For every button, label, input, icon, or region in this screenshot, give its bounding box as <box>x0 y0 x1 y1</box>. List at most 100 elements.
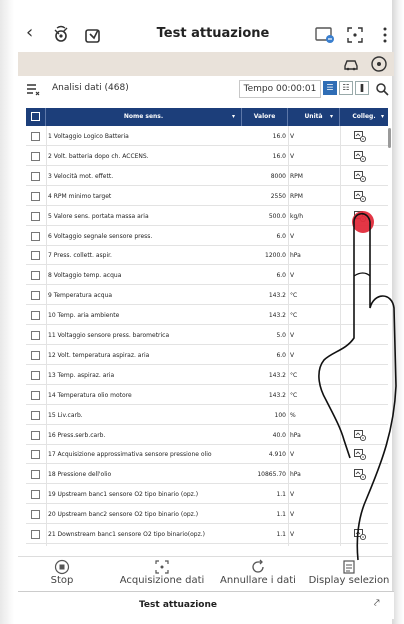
table-row[interactable]: 2 Volt. batteria dopo ch. ACCENS. 16.0 V <box>26 147 388 166</box>
display-selection-button[interactable]: Display selezion <box>304 557 394 591</box>
table-row[interactable]: 11 Voltaggio sensore press. barometrica 5… <box>26 326 388 345</box>
row-checkbox[interactable] <box>31 331 40 342</box>
sensor-unit: V <box>290 491 295 499</box>
graph-link-icon[interactable] <box>354 131 366 142</box>
stop-button[interactable]: Stop <box>40 557 84 591</box>
table-row[interactable]: 20 Upstream banc2 sensore O2 tipo binari… <box>26 505 388 525</box>
row-checkbox[interactable] <box>31 470 40 481</box>
table-row[interactable]: 12 Volt. temperatura aspiraz. aria 6.0 V <box>26 346 388 365</box>
table-row[interactable]: 14 Temperatura olio motore 143.2 °C <box>26 386 388 405</box>
sensor-name: 3 Velocità mot. effett. <box>48 172 114 180</box>
table-row[interactable]: 9 Temperatura acqua 143.2 °C <box>26 286 388 306</box>
table-row[interactable]: 13 Temp. aspiraz. aria 143.2 °C <box>26 366 388 385</box>
graph-link-icon[interactable] <box>354 150 366 162</box>
sensor-value: 143.2 <box>268 292 286 300</box>
footer-title: Test attuazione <box>138 600 218 610</box>
sensor-name: 19 Upstream banc1 sensore O2 tipo binari… <box>48 491 199 499</box>
row-checkbox[interactable] <box>31 171 40 183</box>
sensor-name: 10 Temp. aria ambiente <box>48 312 120 320</box>
row-checkbox[interactable] <box>31 530 40 541</box>
table-row[interactable]: 19 Upstream banc1 sensore O2 tipo binari… <box>26 485 388 505</box>
table-row[interactable]: 10 Temp. aria ambiente 143.2 °C <box>26 306 388 326</box>
row-checkbox[interactable] <box>31 410 40 422</box>
bar-view-icon[interactable]: ❚ <box>355 81 369 95</box>
pin-icon[interactable]: ⤤ <box>374 598 380 609</box>
table-row[interactable]: 5 Valore sens. portata massa aria 500.0 kg… <box>26 207 388 226</box>
sensor-name: 16 Press.serb.carb. <box>48 431 106 439</box>
row-checkbox[interactable] <box>31 510 40 521</box>
column-header-value[interactable]: Valore <box>242 108 288 126</box>
row-checkbox[interactable] <box>31 311 40 322</box>
sensor-unit: V <box>290 332 295 339</box>
search-icon[interactable] <box>375 82 389 96</box>
sensor-name: 2 Volt. batteria dopo ch. ACCENS. <box>48 152 149 160</box>
sensor-name: 9 Temperatura acqua <box>48 292 113 300</box>
table-row[interactable]: 18 Pressione dell'olio 10865.70 hPa <box>26 465 388 485</box>
sensor-value: 500.0 <box>268 212 286 220</box>
table-row[interactable]: 8 Voltaggio temp. acqua 6.0 V <box>26 266 388 286</box>
sensor-name: 5 Valore sens. portata massa aria <box>48 212 149 220</box>
row-checkbox[interactable] <box>31 390 40 402</box>
sensor-value: 143.2 <box>268 371 286 379</box>
calendar-sync-icon[interactable] <box>314 24 336 46</box>
row-checkbox[interactable] <box>31 370 40 382</box>
sensor-name: 8 Voltaggio temp. acqua <box>48 272 122 280</box>
sensor-unit: °C <box>290 371 298 379</box>
row-checkbox[interactable] <box>31 430 40 442</box>
row-checkbox[interactable] <box>31 251 40 262</box>
graph-link-icon[interactable] <box>354 429 366 441</box>
acquire-data-button[interactable]: Acquisizione dati <box>110 557 214 591</box>
sensor-value: 1.1 <box>276 491 286 499</box>
row-checkbox[interactable] <box>31 191 40 203</box>
select-all-checkbox[interactable] <box>31 112 40 121</box>
capture-icon[interactable] <box>344 24 366 46</box>
more-vertical-icon[interactable] <box>374 24 396 46</box>
sort-down-icon: ▾ <box>231 113 235 120</box>
table-row[interactable]: 1 Voltaggio Logico Batteria 16.0 V <box>26 127 388 146</box>
row-checkbox[interactable] <box>31 271 40 282</box>
table-row[interactable]: 21 Downstream banc1 sensore O2 tipo bina… <box>26 525 388 544</box>
sensor-unit: V <box>290 272 295 280</box>
row-checkbox[interactable] <box>31 490 40 501</box>
table-row[interactable]: 16 Press.serb.carb. 40.0 hPa <box>26 426 388 445</box>
table-row[interactable]: 7 Press. collett. aspir. 1200.0 hPa <box>26 246 388 266</box>
row-checkbox[interactable] <box>31 231 40 243</box>
sensor-name: 1 Voltaggio Logico Batteria <box>48 133 129 140</box>
list-view-icon[interactable]: ☰ <box>323 81 337 95</box>
graph-link-icon[interactable] <box>354 529 366 540</box>
scrollbar[interactable] <box>388 128 391 148</box>
table-row[interactable]: 15 Liv.carb. 100% <box>26 406 388 425</box>
graph-link-icon[interactable] <box>354 449 366 461</box>
steering-icon[interactable] <box>370 55 388 73</box>
row-checkbox[interactable] <box>31 211 40 223</box>
row-checkbox[interactable] <box>31 151 40 163</box>
chevron-left-icon[interactable]: ‹ <box>26 22 33 43</box>
table-row[interactable]: 4 RPM minimo target 2550 RPM <box>26 187 388 206</box>
row-checkbox[interactable] <box>31 132 40 143</box>
vehicle-connect-icon[interactable] <box>82 24 104 46</box>
column-header-name[interactable]: Nome sens. ▾ <box>46 108 242 126</box>
row-checkbox[interactable] <box>31 350 40 362</box>
cancel-data-button[interactable]: Annullare i dati <box>218 557 298 591</box>
column-header-graph[interactable]: Colleg. ▾ <box>340 108 388 126</box>
stop-label: Stop <box>50 575 74 586</box>
car-settings-icon[interactable] <box>342 55 360 73</box>
column-header-unit[interactable]: Unità ▾ <box>288 108 340 126</box>
filter-list-icon[interactable] <box>26 82 40 96</box>
table-row[interactable]: 17 Acquisizione approssimativa sensore p… <box>26 445 388 465</box>
sensor-unit: V <box>290 152 295 160</box>
sub-toolbar <box>18 52 394 76</box>
satellite-icon[interactable] <box>50 24 72 46</box>
sensor-unit: hPa <box>290 252 301 260</box>
graph-link-icon[interactable] <box>354 469 366 481</box>
text-view-icon[interactable]: ☷ <box>339 81 353 95</box>
graph-link-icon[interactable] <box>354 170 366 182</box>
table-row[interactable]: 3 Velocità mot. effett. 8000 RPM <box>26 167 388 186</box>
sensor-value: 10865.70 <box>257 471 286 479</box>
table-row[interactable]: 6 Voltaggio segnale sensore press. 6.0 V <box>26 227 388 246</box>
sensor-unit: °C <box>290 292 298 300</box>
row-checkbox[interactable] <box>31 291 40 302</box>
graph-link-icon[interactable] <box>354 190 366 202</box>
row-checkbox[interactable] <box>31 450 40 461</box>
sensor-value: 143.2 <box>268 312 286 320</box>
